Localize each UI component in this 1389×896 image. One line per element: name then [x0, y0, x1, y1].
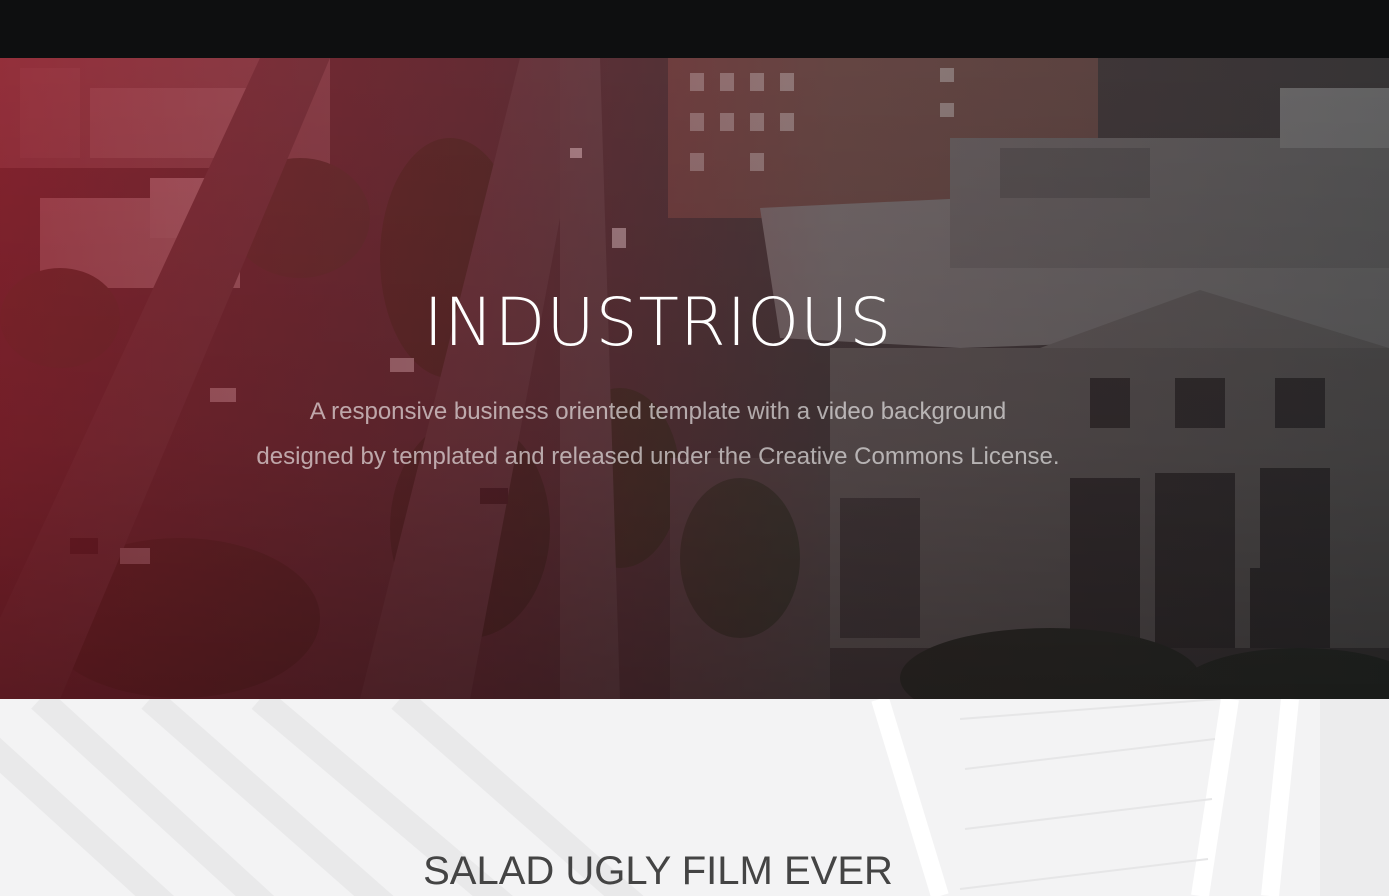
hero-title: INDUSTRIOUS	[423, 284, 893, 361]
hero-shade-overlay	[0, 58, 1389, 699]
section-title: SALAD UGLY FILM EVER	[423, 849, 893, 893]
intro-section: SALAD UGLY FILM EVER	[0, 699, 1389, 896]
hero-banner: INDUSTRIOUS A responsive business orient…	[0, 58, 1389, 699]
hero-subtitle-line-1: A responsive business oriented template …	[309, 398, 1007, 425]
hero-subtitle-line-2: designed by templated and released under…	[256, 443, 1060, 470]
hero-subtitle: A responsive business oriented template …	[168, 389, 1148, 479]
top-navigation-bar	[0, 0, 1389, 58]
